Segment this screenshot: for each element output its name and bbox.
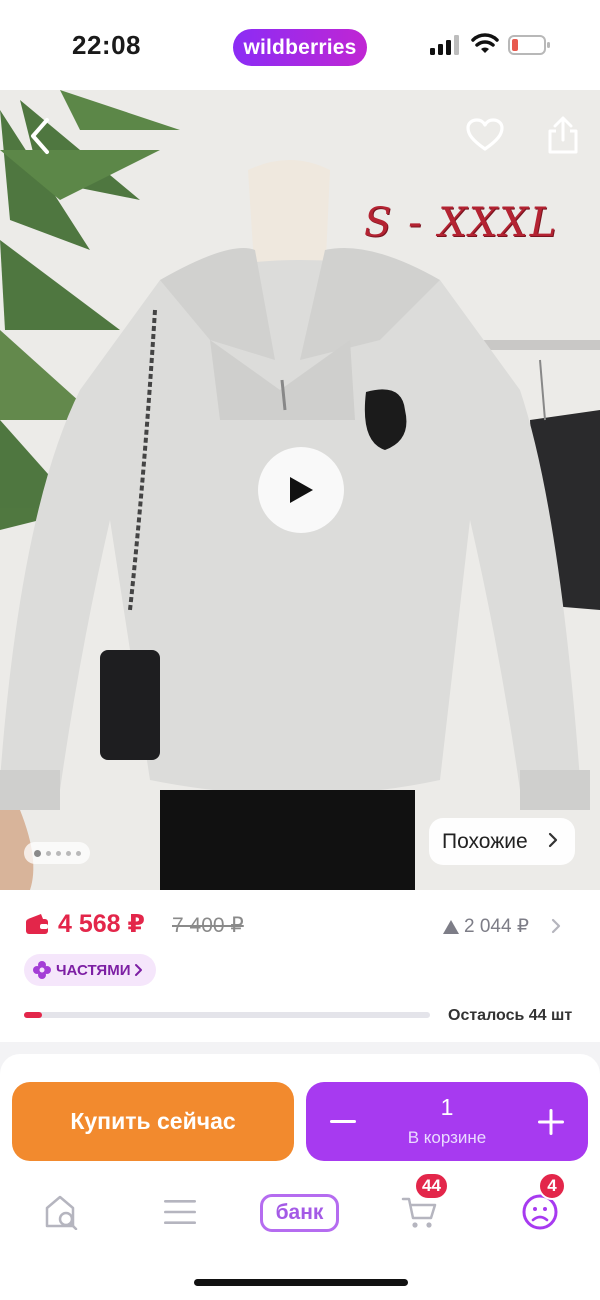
gallery-dot-active	[33, 849, 41, 857]
home-search-icon	[45, 1195, 78, 1230]
chevron-right-icon	[548, 832, 558, 848]
favorite-button[interactable]	[462, 112, 508, 158]
chevron-right-icon	[135, 964, 143, 976]
product-image-gallery[interactable]: S - XXXL Похожие	[0, 90, 600, 890]
nav-profile[interactable]: 4	[518, 1172, 566, 1240]
cart-quantity-stepper[interactable]: 1 В корзине	[306, 1082, 588, 1161]
battery-low-icon	[508, 35, 550, 55]
section-divider-card-edge	[0, 1054, 600, 1074]
gallery-dot	[55, 850, 61, 856]
gallery-dot	[75, 850, 81, 856]
installments-button[interactable]: ЧАСТЯМИ	[24, 954, 157, 986]
installments-label: ЧАСТЯМИ	[56, 961, 131, 979]
nav-home-search[interactable]	[40, 1184, 84, 1240]
size-range-overlay: S - XXXL	[364, 200, 559, 246]
play-icon	[290, 477, 313, 503]
stock-progress-fill	[24, 1012, 43, 1018]
status-time: 22:08	[72, 30, 141, 60]
similar-products-label: Похожие	[442, 829, 528, 853]
chevron-left-icon	[31, 118, 49, 154]
old-price: 7 400 ₽	[172, 914, 244, 937]
gallery-pagination	[24, 842, 90, 864]
share-icon	[548, 116, 578, 154]
cart-count-badge: 44	[414, 1172, 449, 1200]
menu-icon	[164, 1200, 196, 1224]
buy-now-button[interactable]: Купить сейчас	[12, 1082, 294, 1161]
nav-bank[interactable]: банк	[260, 1194, 339, 1232]
chevron-right-icon[interactable]	[550, 916, 562, 936]
price-change[interactable]: 2 044 ₽	[442, 915, 529, 938]
stock-remaining: Осталось 44 шт	[448, 1007, 573, 1024]
wifi-icon	[471, 33, 499, 53]
play-video-button[interactable]	[258, 447, 344, 533]
back-button[interactable]	[18, 112, 62, 160]
current-price: 4 568 ₽	[58, 910, 145, 938]
price-card: 4 568 ₽ 7 400 ₽ 2 044 ₽ ЧАСТЯМИ Осталось…	[0, 890, 600, 1042]
increase-quantity-button[interactable]	[529, 1100, 573, 1144]
status-bar: 22:08 wildberries	[0, 0, 600, 90]
triangle-up-icon	[443, 919, 459, 934]
nav-cart[interactable]: 44	[398, 1172, 449, 1240]
nav-catalog[interactable]	[160, 1184, 200, 1240]
stock-progress-bar	[24, 1012, 430, 1018]
gallery-dot	[65, 850, 71, 856]
bottom-navigation: банк 44 4	[0, 1172, 600, 1244]
flower-icon	[33, 961, 51, 979]
cellular-signal-icon	[430, 35, 459, 55]
price-change-value: 2 044 ₽	[464, 916, 529, 937]
wildberries-app-badge[interactable]: wildberries	[233, 29, 367, 66]
bottom-action-bar: Купить сейчас 1 В корзине банк 44 4	[0, 1074, 600, 1300]
home-indicator	[194, 1279, 408, 1286]
gallery-dot	[45, 850, 51, 856]
plus-icon	[538, 1109, 564, 1135]
profile-notification-badge: 4	[538, 1172, 566, 1200]
share-button[interactable]	[540, 110, 586, 160]
heart-icon	[466, 118, 504, 151]
wallet-icon	[26, 914, 48, 934]
similar-products-button[interactable]: Похожие	[429, 818, 575, 865]
